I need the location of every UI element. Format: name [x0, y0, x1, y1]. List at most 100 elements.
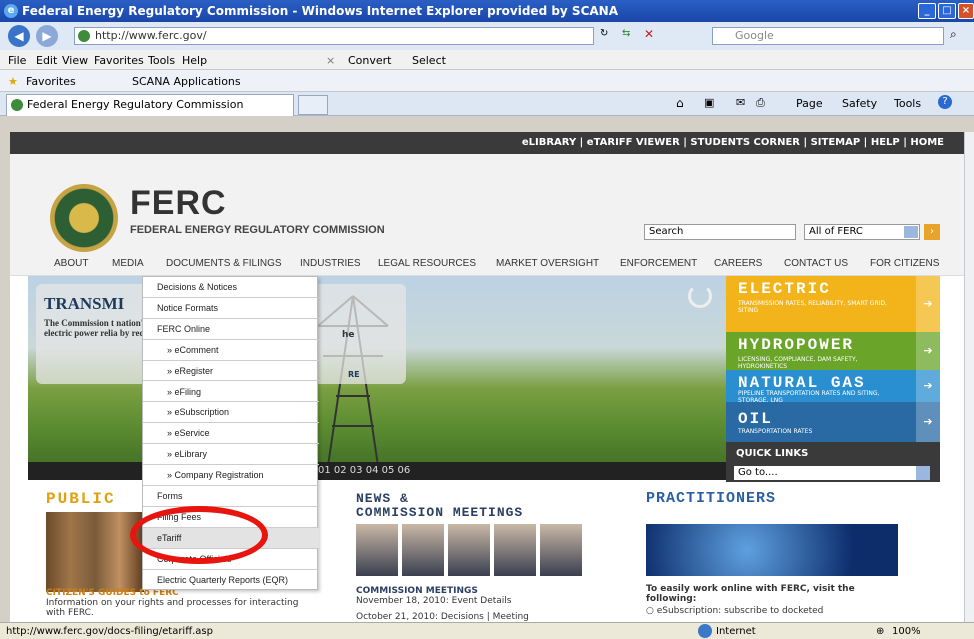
tab-bar: Federal Energy Regulatory Commission ⌂ ▣…	[0, 92, 974, 116]
nav-industries[interactable]: INDUSTRIES	[300, 258, 361, 269]
practitioners-item[interactable]: ○ eSubscription: subscribe to docketed	[646, 606, 926, 616]
nav-citizens[interactable]: FOR CITIZENS	[870, 258, 939, 269]
stop-icon[interactable]: ✕	[644, 27, 654, 41]
tab-ferc[interactable]: Federal Energy Regulatory Commission	[6, 94, 294, 116]
search-scope-value: All of FERC	[809, 226, 863, 237]
dd-eservice[interactable]: » eService	[143, 423, 319, 445]
menu-edit[interactable]: Edit	[36, 54, 57, 67]
window-title: Federal Energy Regulatory Commission - W…	[22, 4, 618, 18]
maximize-button[interactable]: □	[938, 3, 956, 19]
tools-menu[interactable]: Tools	[894, 97, 921, 110]
meeting-item[interactable]: October 21, 2010: Decisions | Meeting	[356, 612, 529, 622]
convert-button[interactable]: Convert	[348, 54, 392, 67]
utility-links[interactable]: eLIBRARY | eTARIFF VIEWER | STUDENTS COR…	[10, 132, 964, 154]
hero-more-link[interactable]: RE	[348, 370, 360, 379]
menu-help[interactable]: Help	[182, 54, 207, 67]
dd-ferc-online[interactable]: FERC Online	[143, 319, 319, 340]
commissioner-photo[interactable]	[540, 524, 582, 576]
slide-pager[interactable]: 01 02 03 04 05 06	[28, 462, 728, 480]
dd-forms[interactable]: Forms	[143, 486, 319, 507]
dd-company-registration[interactable]: » Company Registration	[143, 465, 319, 486]
compat-icon[interactable]: ⇆	[622, 28, 630, 39]
promo-oil[interactable]: OIL TRANSPORTATION RATES ➔	[726, 402, 940, 442]
menu-tools[interactable]: Tools	[148, 54, 175, 67]
promo-electric-title: ELECTRIC	[738, 280, 831, 298]
address-bar[interactable]: http://www.ferc.gov/	[74, 27, 594, 45]
chevron-down-icon	[916, 466, 930, 480]
feeds-icon[interactable]: ▣	[704, 96, 714, 109]
dd-decisions[interactable]: Decisions & Notices	[143, 277, 319, 298]
commissioner-photo[interactable]	[494, 524, 536, 576]
dd-notice-formats[interactable]: Notice Formats	[143, 298, 319, 319]
search-input[interactable]: Google	[712, 27, 944, 45]
scana-link[interactable]: SCANA Applications	[132, 75, 241, 88]
forward-button[interactable]: ▶	[36, 25, 58, 47]
safety-menu[interactable]: Safety	[842, 97, 877, 110]
nav-about[interactable]: ABOUT	[54, 258, 88, 269]
commissioner-photo[interactable]	[356, 524, 398, 576]
home-icon[interactable]: ⌂	[676, 96, 684, 110]
promo-electric[interactable]: ELECTRIC TRANSMISSION RATES, RELIABILITY…	[726, 276, 940, 332]
books-image	[46, 512, 144, 592]
globe-icon	[698, 624, 712, 638]
nav-market[interactable]: MARKET OVERSIGHT	[496, 258, 599, 269]
print-icon[interactable]: ⎙	[756, 96, 765, 110]
dd-efiling[interactable]: » eFiling	[143, 382, 319, 403]
close-toolbar-icon[interactable]: ×	[326, 54, 335, 67]
promo-hydropower-title: HYDROPOWER	[738, 336, 855, 354]
ferc-logo-text[interactable]: FERC	[130, 184, 227, 223]
mail-icon[interactable]: ✉	[736, 96, 745, 109]
back-button[interactable]: ◀	[8, 25, 30, 47]
zoom-level[interactable]: 100%	[892, 624, 921, 639]
arrow-right-icon: ➔	[916, 370, 940, 402]
arrow-right-icon: ➔	[916, 332, 940, 370]
minimize-button[interactable]: _	[918, 3, 936, 19]
promo-natural-gas[interactable]: NATURAL GAS PIPELINE TRANSPORTATION RATE…	[726, 370, 940, 404]
address-url: http://www.ferc.gov/	[95, 29, 207, 42]
search-scope-select[interactable]: All of FERC	[804, 224, 920, 240]
quick-links-select[interactable]: Go to....	[734, 466, 930, 480]
nav-enforcement[interactable]: ENFORCEMENT	[620, 258, 697, 269]
zoom-icon[interactable]: ⊕	[876, 624, 884, 639]
search-go-button[interactable]: ›	[924, 224, 940, 240]
hero-slideshow[interactable]: TRANSMI The Commission t nation's transm…	[28, 276, 728, 480]
dd-esubscription[interactable]: » eSubscription	[143, 402, 319, 424]
vertical-scrollbar[interactable]	[964, 132, 974, 622]
menu-favorites[interactable]: Favorites	[94, 54, 144, 67]
nav-contact[interactable]: CONTACT US	[784, 258, 848, 269]
page-menu[interactable]: Page	[796, 97, 823, 110]
news-heading-line2: COMMISSION MEETINGS	[356, 505, 524, 520]
menu-file[interactable]: File	[8, 54, 26, 67]
menu-view[interactable]: View	[62, 54, 88, 67]
ferc-seal-logo[interactable]	[50, 184, 118, 252]
commissioner-photo[interactable]	[402, 524, 444, 576]
dd-eqr[interactable]: Electric Quarterly Reports (EQR)	[143, 570, 319, 591]
dd-ecomment[interactable]: » eComment	[143, 340, 319, 361]
site-search-input[interactable]: Search	[644, 224, 796, 240]
nav-media[interactable]: MEDIA	[112, 258, 144, 269]
globe-image	[646, 524, 898, 576]
citizens-guide-text: Information on your rights and processes…	[46, 598, 299, 618]
hero-heading: TRANSMI	[44, 294, 125, 313]
search-go-icon[interactable]: ⌕	[950, 27, 957, 42]
hero-text-right: he	[342, 330, 355, 340]
arrow-right-icon: ➔	[916, 276, 940, 332]
refresh-icon[interactable]: ↻	[600, 28, 608, 39]
dd-elibrary[interactable]: » eLibrary	[143, 444, 319, 466]
new-tab-button[interactable]	[298, 95, 328, 115]
meeting-item[interactable]: November 18, 2010: Event Details	[356, 596, 512, 606]
close-button[interactable]: ×	[958, 3, 974, 19]
arrow-right-icon: ➔	[916, 402, 940, 442]
nav-legal[interactable]: LEGAL RESOURCES	[378, 258, 476, 269]
commissioner-photo[interactable]	[448, 524, 490, 576]
promo-hydropower[interactable]: HYDROPOWER LICENSING, COMPLIANCE, DAM SA…	[726, 332, 940, 370]
select-button[interactable]: Select	[412, 54, 446, 67]
dd-eregister[interactable]: » eRegister	[143, 361, 319, 382]
nav-documents[interactable]: DOCUMENTS & FILINGS	[166, 258, 282, 269]
window-title-bar: e Federal Energy Regulatory Commission -…	[0, 0, 974, 22]
favorites-button[interactable]: Favorites	[26, 75, 76, 88]
promo-oil-title: OIL	[738, 410, 773, 428]
site-favicon	[78, 30, 90, 42]
help-icon[interactable]: ?	[938, 95, 952, 109]
nav-careers[interactable]: CAREERS	[714, 258, 762, 269]
